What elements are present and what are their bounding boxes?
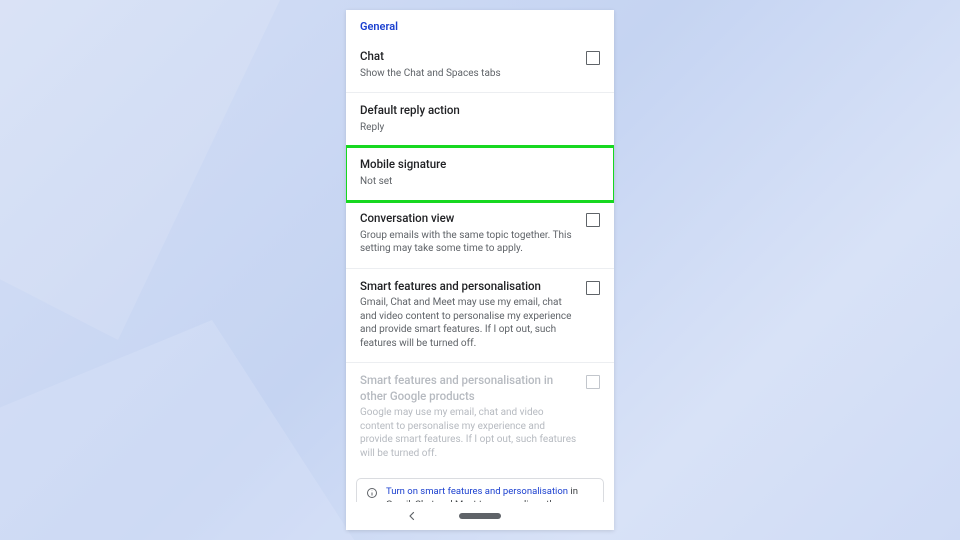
checkbox-chat[interactable]: [586, 51, 600, 65]
row-chat-title: Chat: [360, 49, 578, 65]
back-button[interactable]: [406, 510, 418, 522]
row-signature-sub: Not set: [360, 175, 592, 189]
info-icon: [366, 487, 378, 499]
row-chat-sub: Show the Chat and Spaces tabs: [360, 67, 578, 81]
row-smart2-title: Smart features and personalisation in ot…: [360, 373, 578, 404]
notice-text: Turn on smart features and personalisati…: [386, 486, 594, 502]
android-navbar: [346, 502, 614, 530]
row-smart-features-other: Smart features and personalisation in ot…: [346, 363, 614, 472]
row-smart-title: Smart features and personalisation: [360, 279, 578, 295]
row-smart2-sub: Google may use my email, chat and video …: [360, 406, 578, 460]
row-reply-title: Default reply action: [360, 103, 592, 119]
checkbox-conversation-view[interactable]: [586, 213, 600, 227]
row-conv-sub: Group emails with the same topic togethe…: [360, 229, 578, 256]
row-conversation-view[interactable]: Conversation view Group emails with the …: [346, 201, 614, 269]
row-chat[interactable]: Chat Show the Chat and Spaces tabs: [346, 39, 614, 93]
settings-list: Chat Show the Chat and Spaces tabs Defau…: [346, 39, 614, 502]
section-header-general: General: [346, 10, 614, 39]
row-mobile-signature[interactable]: Mobile signature Not set: [346, 147, 614, 201]
chevron-left-icon: [406, 510, 418, 522]
home-pill[interactable]: [459, 513, 501, 519]
row-reply-sub: Reply: [360, 121, 592, 135]
checkbox-smart-features-other: [586, 375, 600, 389]
row-default-reply[interactable]: Default reply action Reply: [346, 93, 614, 147]
smart-features-notice[interactable]: Turn on smart features and personalisati…: [356, 478, 604, 502]
row-conv-title: Conversation view: [360, 211, 578, 227]
row-signature-title: Mobile signature: [360, 157, 592, 173]
settings-screen: General Chat Show the Chat and Spaces ta…: [346, 10, 614, 530]
row-smart-features[interactable]: Smart features and personalisation Gmail…: [346, 269, 614, 364]
checkbox-smart-features[interactable]: [586, 281, 600, 295]
row-smart-sub: Gmail, Chat and Meet may use my email, c…: [360, 296, 578, 350]
notice-link[interactable]: Turn on smart features and personalisati…: [386, 486, 568, 497]
